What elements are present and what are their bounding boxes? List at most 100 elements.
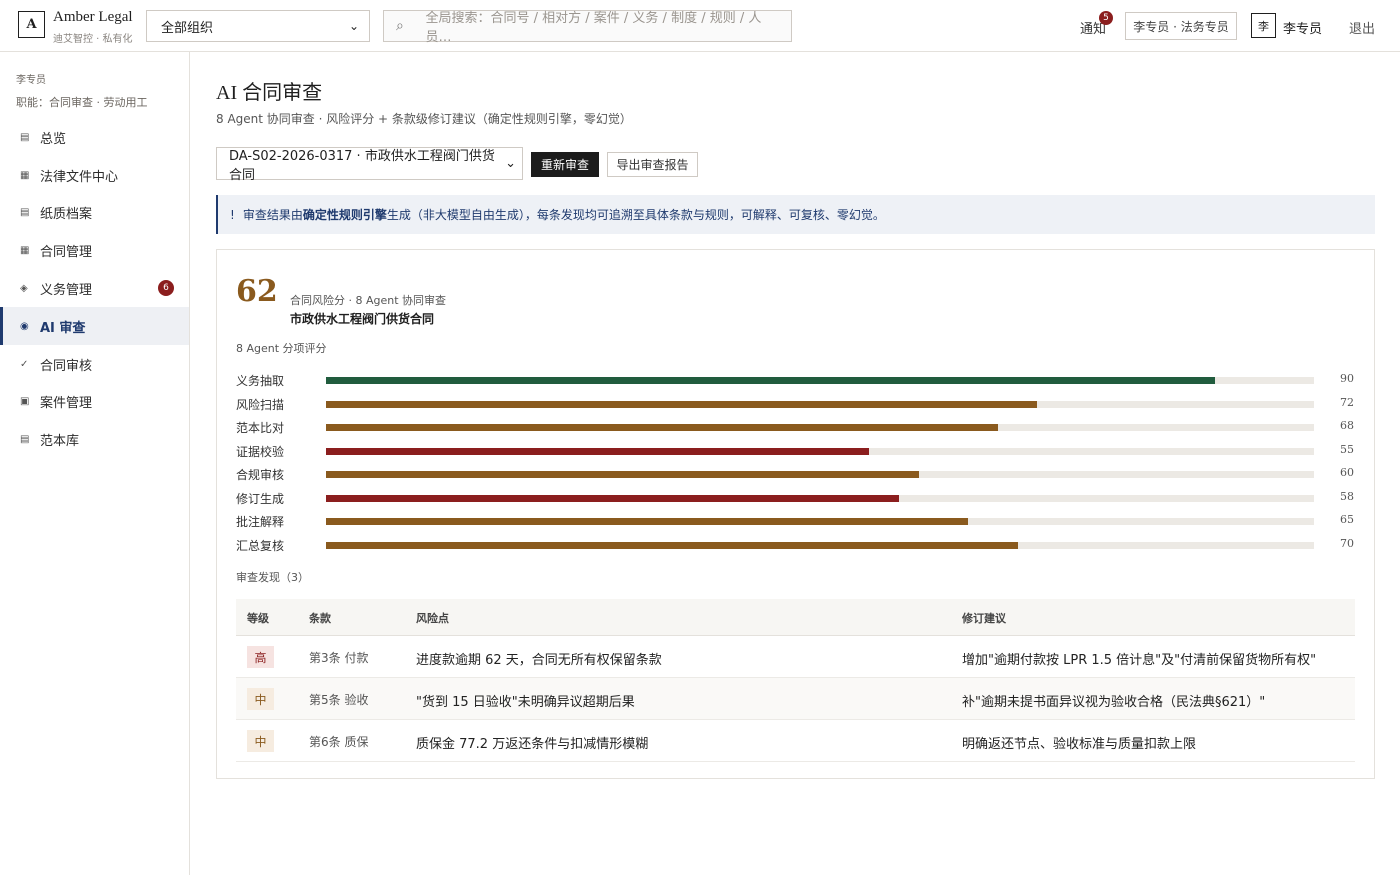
agent-score-row: 合规审核 60	[236, 466, 1356, 482]
global-search-input[interactable]: ⌕ 全局搜索：合同号 / 相对方 / 案件 / 义务 / 制度 / 规则 / 人…	[383, 10, 792, 45]
search-icon: ⌕	[396, 18, 404, 34]
agent-score-value: 72	[1340, 395, 1354, 409]
severity-badge: 中	[247, 688, 274, 710]
sidebar-item-legal-docs[interactable]: ▦ 法律文件中心	[0, 156, 189, 194]
agent-score-track	[326, 471, 1314, 478]
sidebar-item-contracts[interactable]: ▦ 合同管理	[0, 231, 189, 269]
risk-cell: 质保金 77.2 万返还条件与扣减情形模糊	[416, 737, 649, 752]
agent-score-value: 58	[1340, 489, 1354, 503]
agent-label: 风险扫描	[236, 397, 285, 412]
column-header-advice: 修订建议	[962, 612, 1006, 625]
agent-score-track	[326, 424, 1314, 431]
contract-select[interactable]: DA-S02-2026-0317 · 市政供水工程阀门供货合同 ⌄	[216, 147, 523, 183]
info-icon: !	[230, 207, 235, 222]
table-row[interactable]: 中 第6条 质保 质保金 77.2 万返还条件与扣减情形模糊 明确返还节点、验收…	[236, 720, 1355, 762]
org-select[interactable]: 全部组织 ⌄	[146, 10, 370, 42]
clause-cell: 第6条 质保	[309, 735, 369, 749]
findings-section-title: 审查发现（3）	[236, 571, 309, 584]
severity-badge: 高	[247, 646, 274, 668]
sidebar-item-ai-review[interactable]: ◉ AI 审查	[0, 307, 189, 345]
table-row[interactable]: 中 第5条 验收 "货到 15 日验收"未明确异议超期后果 补"逾期未提书面异议…	[236, 678, 1355, 720]
agent-score-row: 范本比对 68	[236, 419, 1356, 435]
page-subtitle: 8 Agent 协同审查 · 风险评分 + 条款级修订建议（确定性规则引擎，零幻…	[216, 112, 632, 126]
agent-score-row: 证据校验 55	[236, 443, 1356, 459]
sidebar-item-templates[interactable]: ▤ 范本库	[0, 420, 189, 458]
username[interactable]: 李专员	[1283, 18, 1322, 37]
agent-score-track	[326, 541, 1314, 549]
notice-prefix: 审查结果由	[242, 208, 303, 222]
agent-score-row: 义务抽取 90	[236, 372, 1356, 388]
agent-score-bar	[326, 447, 870, 455]
column-header-level: 等级	[247, 612, 269, 625]
agent-score-bar	[326, 424, 998, 431]
agent-score-bar	[326, 518, 969, 525]
sidebar-user-role: 职能：合同审查 · 劳动用工	[16, 96, 148, 109]
top-bar: A Amber Legal 迪艾智控 · 私有化 全部组织 ⌄ ⌕ 全局搜索：合…	[0, 0, 1400, 52]
search-placeholder: 全局搜索：合同号 / 相对方 / 案件 / 义务 / 制度 / 规则 / 人员…	[425, 11, 762, 45]
sidebar-item-paper-archive[interactable]: ▤ 纸质档案	[0, 193, 189, 231]
column-header-clause: 条款	[309, 612, 331, 625]
notice-suffix: 生成（非大模型自由生成），每条发现均可追溯至具体条款与规则，可解释、可复核、零幻…	[386, 208, 885, 222]
agent-score-value: 68	[1340, 419, 1354, 432]
agent-score-bar	[326, 377, 1216, 384]
info-notice: ! 审查结果由 确定性规则引擎 生成（非大模型自由生成），每条发现均可追溯至具体条款…	[216, 195, 1375, 234]
agent-score-track	[326, 518, 1314, 525]
agent-score-bar	[326, 541, 1018, 549]
agent-score-value: 60	[1340, 466, 1354, 479]
logout-button[interactable]: 退出	[1349, 18, 1375, 37]
agent-label: 范本比对	[236, 421, 285, 435]
chevron-down-icon: ⌄	[348, 19, 359, 33]
sidebar-item-label: AI 审查	[40, 320, 86, 336]
agent-score-track	[326, 400, 1314, 408]
clause-cell: 第3条 付款	[309, 651, 369, 665]
role-switch-button[interactable]: 李专员 · 法务专员	[1125, 12, 1237, 40]
sidebar-item-cases[interactable]: ▣ 案件管理	[0, 382, 189, 420]
notification-count-badge: 5	[1099, 11, 1113, 25]
rerun-review-button[interactable]: 重新审查	[531, 152, 599, 177]
risk-cell: "货到 15 日验收"未明确异议超期后果	[416, 695, 635, 710]
agent-score-row: 修订生成 58	[236, 490, 1356, 506]
export-report-button[interactable]: 导出审查报告	[607, 152, 698, 177]
agent-score-bar	[326, 471, 919, 478]
sidebar-item-label: 纸质档案	[40, 206, 93, 222]
brand-subtitle: 迪艾智控 · 私有化	[53, 34, 133, 45]
notice-bold: 确定性规则引擎	[302, 208, 387, 222]
advice-cell: 补"逾期未提书面异议视为验收合格（民法典§621）"	[962, 695, 1266, 710]
agent-score-value: 90	[1340, 372, 1354, 385]
risk-cell: 进度款逾期 62 天，合同无所有权保留条款	[416, 653, 662, 668]
sidebar-item-label: 范本库	[40, 433, 80, 449]
page-title: AI 合同审查	[216, 82, 323, 104]
contract-select-value: DA-S02-2026-0317 · 市政供水工程阀门供货合同	[229, 148, 495, 183]
agent-score-track	[326, 447, 1314, 455]
diamond-icon: ◈	[20, 282, 28, 294]
table-row[interactable]: 高 第3条 付款 进度款逾期 62 天，合同无所有权保留条款 增加"逾期付款按 …	[236, 636, 1355, 678]
logo[interactable]: A	[18, 11, 45, 38]
sidebar-item-overview[interactable]: ▤ 总览	[0, 118, 189, 156]
org-select-value: 全部组织	[161, 20, 214, 36]
grid-icon: ▦	[20, 169, 30, 181]
brand-name: Amber Legal	[53, 9, 133, 25]
target-icon: ◉	[20, 320, 29, 332]
sidebar-user-name: 李专员	[16, 75, 46, 86]
agent-score-track	[326, 494, 1314, 502]
advice-cell: 明确返还节点、验收标准与质量扣款上限	[962, 737, 1197, 752]
agent-label: 义务抽取	[236, 374, 285, 388]
sidebar-item-contract-approval[interactable]: ✓ 合同审核	[0, 345, 189, 383]
table-header: 等级 条款 风险点 修订建议	[236, 599, 1355, 636]
column-header-risk: 风险点	[416, 612, 449, 625]
sidebar-item-obligations[interactable]: ◈ 义务管理 6	[0, 269, 189, 307]
agent-score-value: 55	[1340, 442, 1354, 456]
agents-section-title: 8 Agent 分项评分	[236, 342, 327, 355]
list-icon: ▤	[20, 131, 30, 143]
obligations-count-badge: 6	[158, 280, 174, 296]
advice-cell: 增加"逾期付款按 LPR 1.5 倍计息"及"付清前保留货物所有权"	[962, 653, 1317, 668]
sidebar-item-label: 法律文件中心	[40, 169, 119, 185]
sidebar-item-label: 合同审核	[40, 358, 93, 374]
risk-score: 62	[236, 274, 278, 309]
agent-score-row: 批注解释 65	[236, 513, 1356, 529]
clause-cell: 第5条 验收	[309, 693, 369, 707]
sidebar-item-label: 总览	[40, 131, 67, 147]
severity-badge: 中	[247, 730, 274, 752]
agent-score-bar	[326, 494, 900, 502]
avatar[interactable]: 李	[1251, 13, 1276, 38]
